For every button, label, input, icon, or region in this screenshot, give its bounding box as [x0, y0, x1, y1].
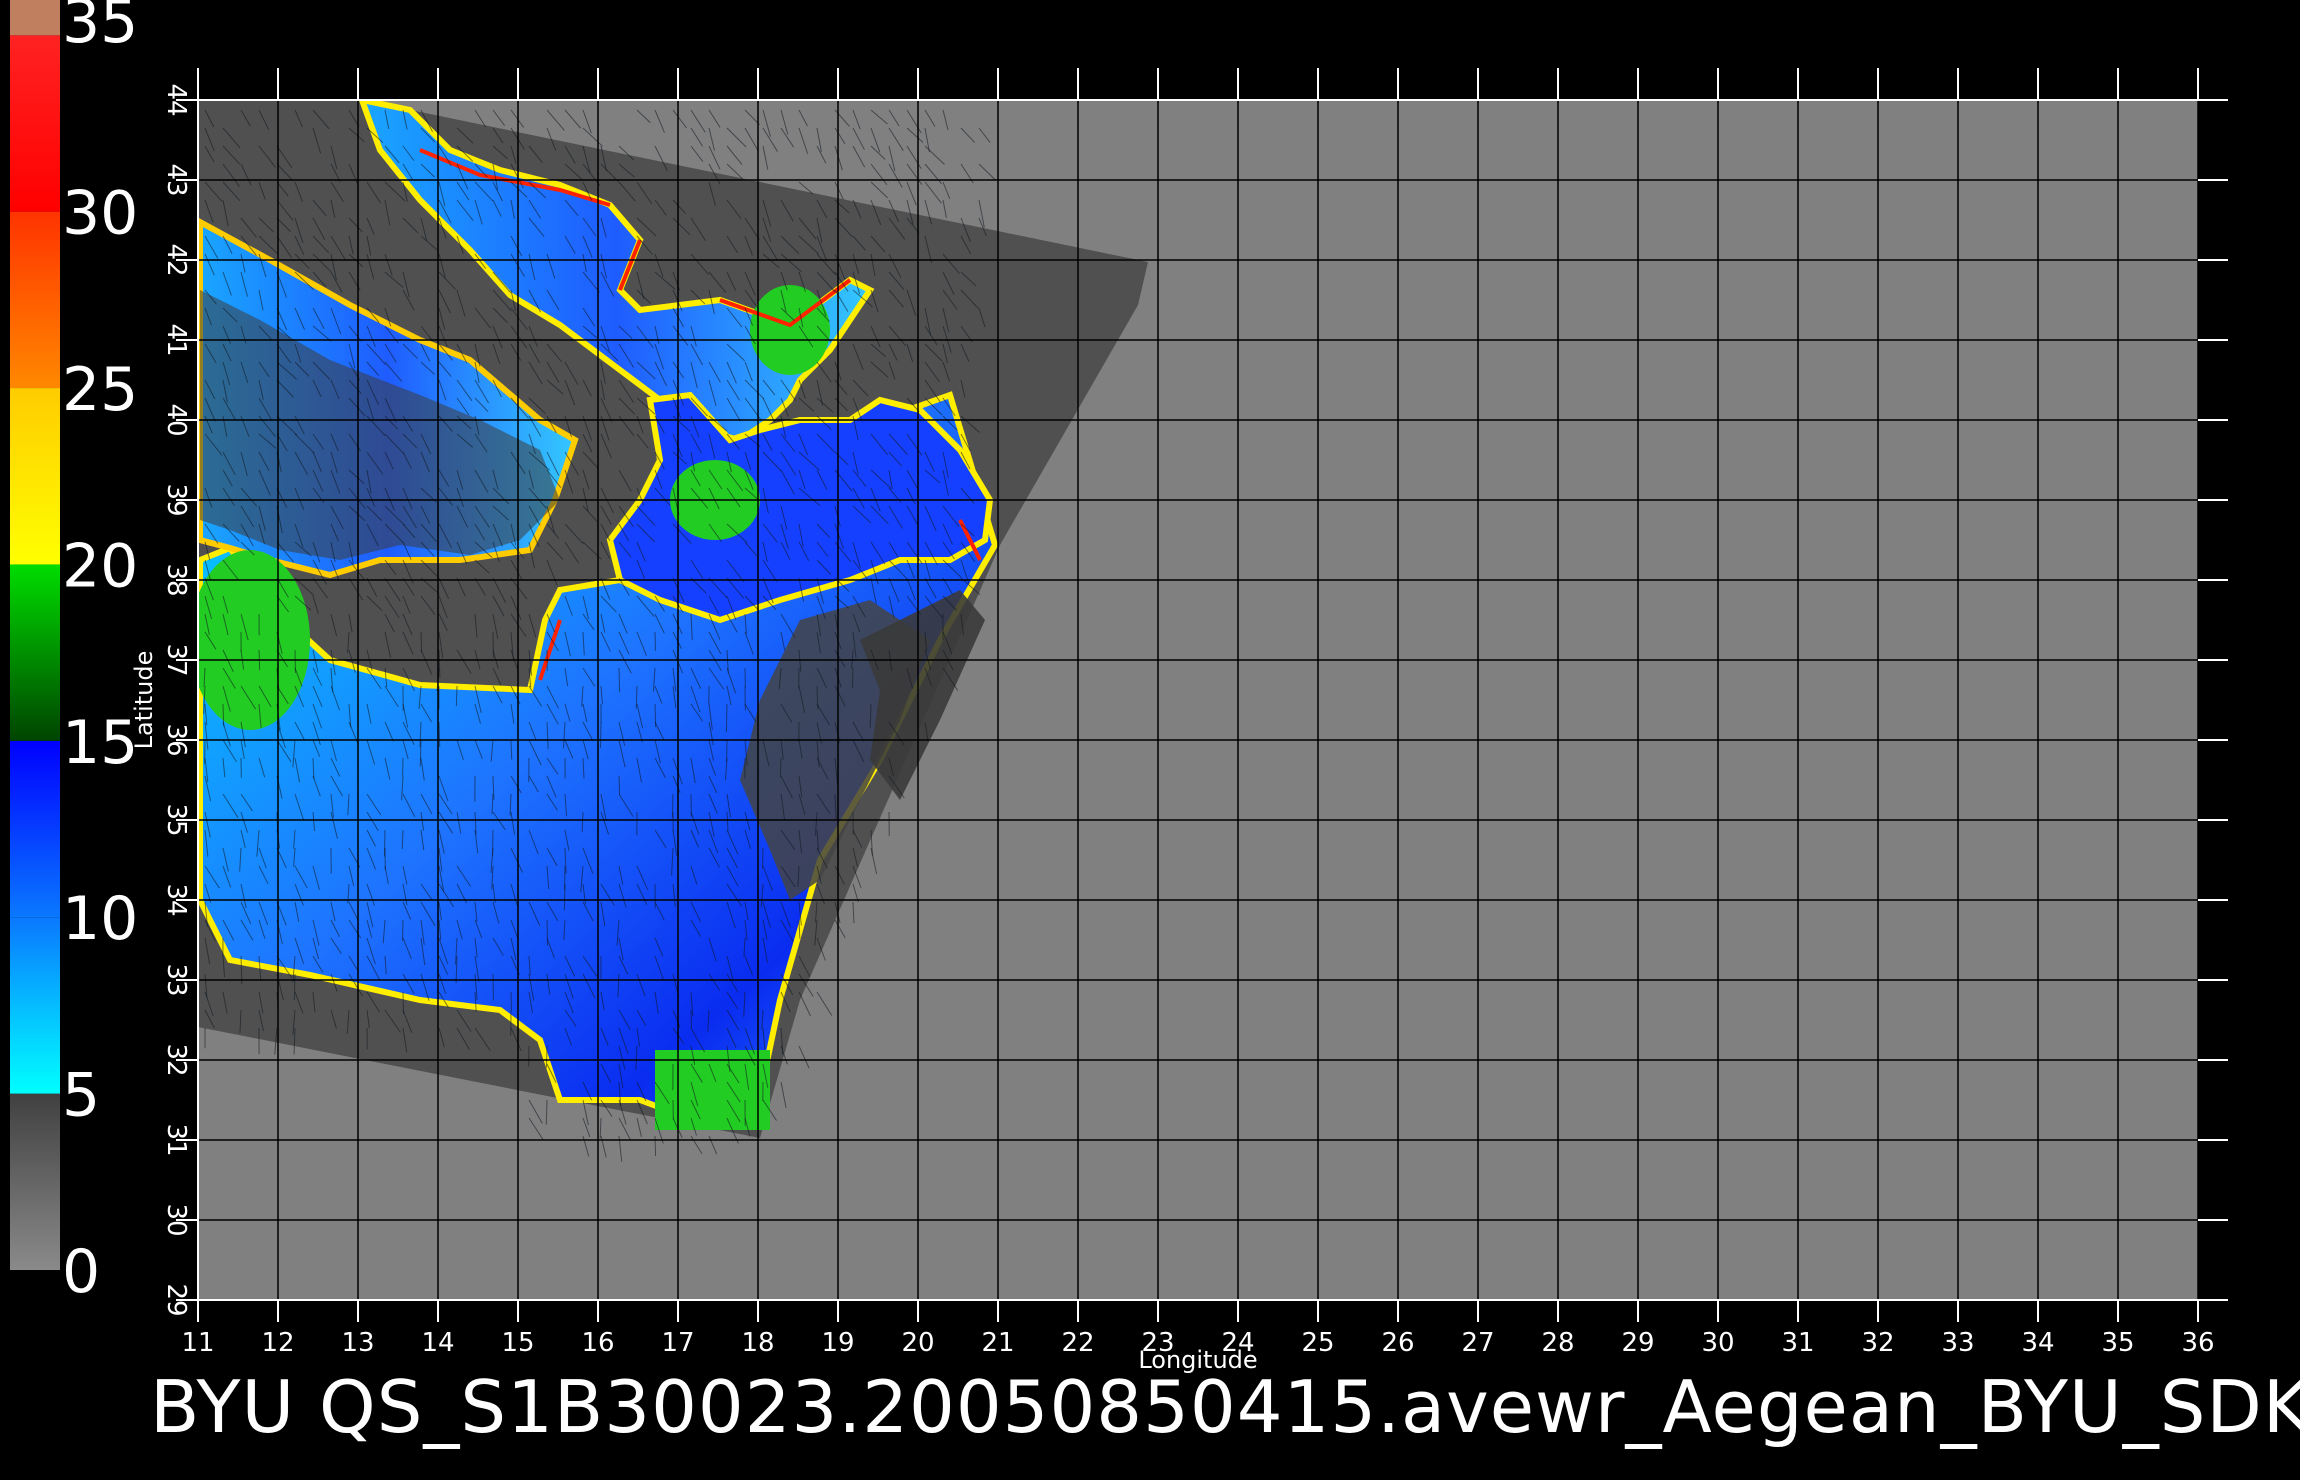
x-tick-label: 30 [1701, 1328, 1734, 1358]
colorbar-segment [10, 564, 60, 741]
wind-zone-strong-3 [198, 550, 310, 730]
x-tick-label: 32 [1861, 1328, 1894, 1358]
colorbar: 35 30 25 20 15 10 5 0 [10, 0, 138, 1307]
colorbar-label: 0 [62, 1237, 100, 1307]
x-tick-label: 14 [421, 1328, 454, 1358]
colorbar-label: 15 [62, 708, 138, 778]
wind-vector [545, 1099, 548, 1125]
wind-vector [618, 775, 621, 795]
colorbar-segment [10, 740, 60, 918]
wind-zone-strong-4 [655, 1050, 770, 1130]
x-tick-label: 29 [1621, 1328, 1654, 1358]
wind-zone-strong-1 [750, 285, 830, 375]
colorbar-segment [10, 211, 60, 389]
y-tick-label: 44 [161, 83, 191, 116]
y-tick-label: 42 [161, 243, 191, 276]
y-tick-label: 31 [161, 1123, 191, 1156]
y-tick-labels: 29 30 31 32 33 34 35 36 37 38 39 40 41 42 43 44 [161, 83, 191, 1316]
wind-vector [293, 973, 296, 1001]
wind-vector [779, 757, 782, 778]
colorbar-segment [10, 35, 60, 212]
wind-vector [563, 883, 566, 911]
x-tick-label: 18 [741, 1328, 774, 1358]
colorbar-label: 10 [62, 884, 138, 954]
x-tick-label: 11 [181, 1328, 214, 1358]
y-axis-label: Latitude [130, 651, 158, 750]
colorbar-label: 20 [62, 531, 138, 601]
colorbar-label: 30 [62, 179, 138, 249]
colorbar-segment [10, 388, 60, 565]
colorbar-label: 35 [62, 0, 138, 57]
x-tick-label: 34 [2021, 1328, 2054, 1358]
x-tick-label: 20 [901, 1328, 934, 1358]
x-tick-label: 15 [501, 1328, 534, 1358]
y-tick-label: 33 [161, 963, 191, 996]
colorbar-segment [10, 0, 60, 36]
x-tick-label: 27 [1461, 1328, 1494, 1358]
y-tick-label: 36 [161, 723, 191, 756]
wind-vector [455, 685, 458, 707]
x-tick-label: 25 [1301, 1328, 1334, 1358]
x-tick-label: 36 [2181, 1328, 2214, 1358]
y-tick-label: 34 [161, 883, 191, 916]
colorbar-segment [10, 917, 60, 1094]
y-tick-label: 43 [161, 163, 191, 196]
wind-map-figure: 35 30 25 20 15 10 5 0 11 12 13 14 15 16 17 18 1… [10, 0, 2300, 1449]
y-tick-label: 39 [161, 483, 191, 516]
x-tick-label: 28 [1541, 1328, 1574, 1358]
y-tick-label: 40 [161, 403, 191, 436]
map-plot: 11 12 13 14 15 16 17 18 19 20 21 22 23 24 25 26 27 28 29 30… [130, 68, 2228, 1374]
colorbar-segment [10, 1093, 60, 1270]
footer-title: BYU QS_S1B30023.20050850415.avewr_Aegean… [150, 1365, 2300, 1449]
x-tick-label: 35 [2101, 1328, 2134, 1358]
y-tick-label: 29 [161, 1283, 191, 1316]
x-tick-label: 26 [1381, 1328, 1414, 1358]
wind-vector [546, 919, 549, 946]
x-tick-label: 33 [1941, 1328, 1974, 1358]
x-tick-label: 19 [821, 1328, 854, 1358]
x-tick-label: 13 [341, 1328, 374, 1358]
wind-vector [725, 703, 728, 732]
wind-vector [654, 1135, 657, 1157]
x-tick-label: 12 [261, 1328, 294, 1358]
x-tick-label: 31 [1781, 1328, 1814, 1358]
x-tick-label: 22 [1061, 1328, 1094, 1358]
y-tick-label: 32 [161, 1043, 191, 1076]
y-tick-label: 41 [161, 323, 191, 356]
x-tick-label: 21 [981, 1328, 1014, 1358]
x-tick-label: 17 [661, 1328, 694, 1358]
x-tick-label: 16 [581, 1328, 614, 1358]
wind-vector [618, 667, 621, 693]
colorbar-label: 25 [62, 355, 138, 425]
wind-vector [420, 631, 423, 653]
y-tick-label: 38 [161, 563, 191, 596]
colorbar-label: 5 [62, 1061, 100, 1131]
y-tick-label: 37 [161, 643, 191, 676]
y-tick-label: 35 [161, 803, 191, 836]
y-tick-label: 30 [161, 1203, 191, 1236]
